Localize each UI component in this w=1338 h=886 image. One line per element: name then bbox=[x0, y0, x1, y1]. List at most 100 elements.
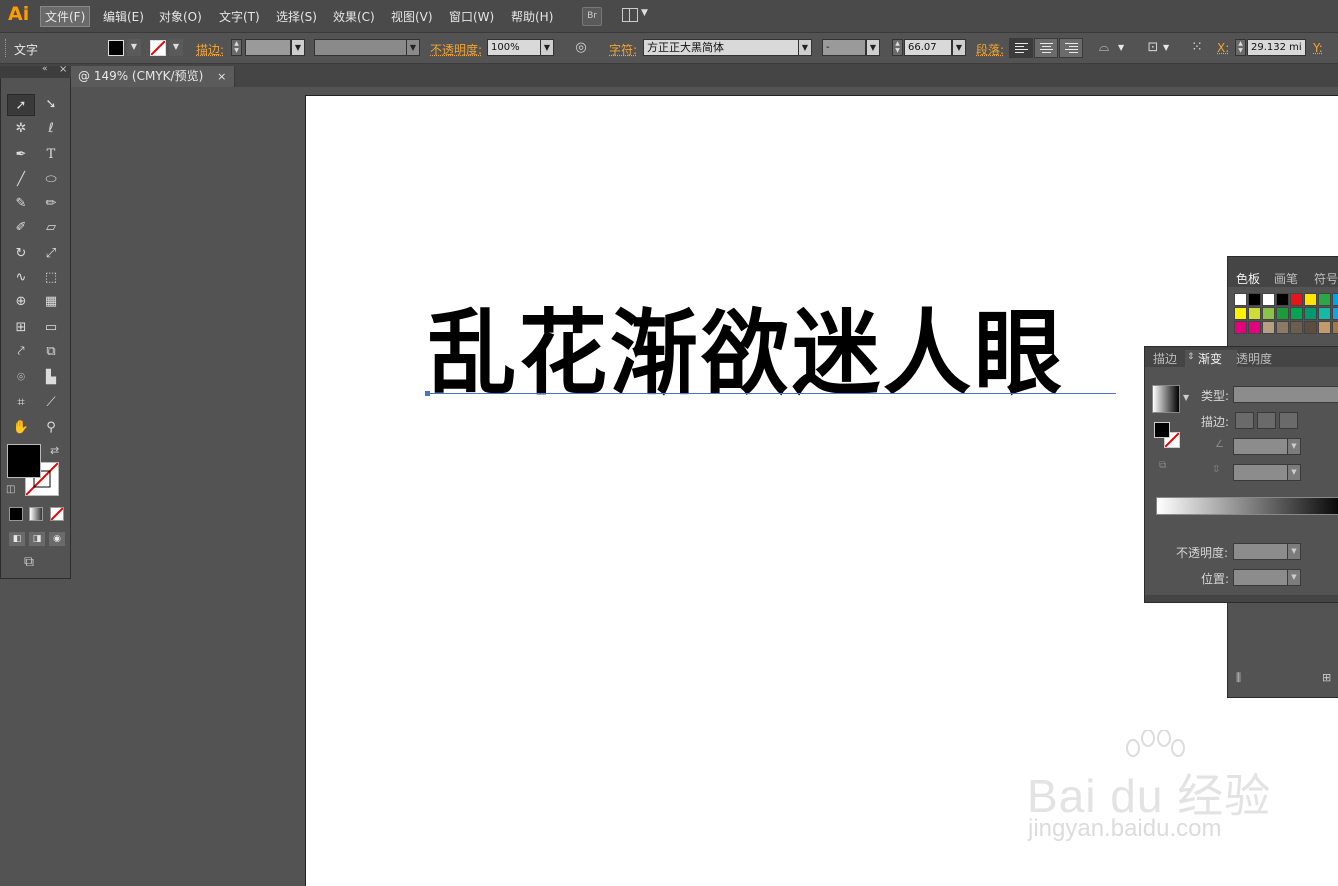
close-icon[interactable]: × bbox=[217, 70, 226, 83]
color-swatch[interactable] bbox=[1262, 293, 1275, 306]
line-tool-icon[interactable]: ╱ bbox=[7, 169, 35, 191]
shape-builder-tool-icon[interactable]: ⊕ bbox=[7, 291, 35, 313]
lasso-tool-icon[interactable]: ℓ bbox=[37, 118, 65, 140]
menu-help[interactable]: 帮助(H) bbox=[511, 8, 553, 25]
color-swatch[interactable] bbox=[1318, 321, 1331, 334]
menu-edit[interactable]: 编辑(E) bbox=[103, 8, 144, 25]
color-swatch[interactable] bbox=[1248, 293, 1261, 306]
color-swatch[interactable] bbox=[1248, 307, 1261, 320]
transform-icon[interactable]: ⊡ bbox=[1144, 38, 1162, 58]
stroke-gradient-along-button[interactable] bbox=[1257, 412, 1276, 429]
color-swatch[interactable] bbox=[1332, 307, 1338, 320]
variable-width-dropdown[interactable]: ▼ bbox=[406, 39, 420, 56]
menu-effect[interactable]: 效果(C) bbox=[333, 8, 375, 25]
chevron-down-icon[interactable]: ▼ bbox=[1118, 43, 1124, 52]
selection-tool-icon[interactable]: ➚ bbox=[7, 94, 35, 116]
close-icon[interactable]: × bbox=[59, 64, 67, 75]
fill-swatch[interactable] bbox=[108, 40, 124, 56]
eyedropper-tool-icon[interactable]: ⤤ bbox=[7, 341, 35, 363]
fill-dropdown-icon[interactable]: ▼ bbox=[127, 39, 141, 56]
stroke-label[interactable]: 描边: bbox=[196, 41, 224, 58]
color-mode-button[interactable] bbox=[9, 507, 23, 521]
reference-point-icon[interactable]: ⁙ bbox=[1187, 37, 1207, 57]
tab-stroke[interactable]: 描边 bbox=[1153, 350, 1177, 367]
swap-colors-icon[interactable]: ⇄ bbox=[50, 444, 59, 457]
draw-normal-icon[interactable]: ◧ bbox=[9, 532, 25, 546]
color-swatch[interactable] bbox=[1234, 293, 1247, 306]
x-stepper[interactable]: ▲ ▼ bbox=[1235, 39, 1246, 56]
stop-opacity-field[interactable] bbox=[1233, 543, 1288, 560]
warp-tool-icon[interactable]: ∿ bbox=[7, 267, 35, 289]
stop-opacity-dropdown[interactable]: ▼ bbox=[1287, 543, 1301, 560]
gradient-fill-icon[interactable] bbox=[1154, 422, 1170, 438]
chevron-down-icon[interactable]: ▼ bbox=[1163, 43, 1169, 52]
hand-tool-icon[interactable]: ✋ bbox=[7, 417, 35, 439]
color-swatch[interactable] bbox=[1248, 321, 1261, 334]
stop-location-dropdown[interactable]: ▼ bbox=[1287, 569, 1301, 586]
align-right-button[interactable] bbox=[1059, 38, 1083, 58]
gradient-tool-icon[interactable]: ▭ bbox=[37, 317, 65, 339]
recolor-icon[interactable]: ◎ bbox=[572, 38, 590, 58]
align-center-button[interactable] bbox=[1034, 38, 1058, 58]
ellipse-tool-icon[interactable]: ⬭ bbox=[37, 169, 65, 191]
warp-text-icon[interactable]: ⌓ bbox=[1095, 38, 1113, 58]
free-transform-tool-icon[interactable]: ⬚ bbox=[37, 267, 65, 289]
gradient-slider[interactable] bbox=[1156, 497, 1338, 515]
x-label[interactable]: X: bbox=[1217, 41, 1229, 55]
aspect-ratio-field[interactable] bbox=[1233, 464, 1288, 481]
color-swatch[interactable] bbox=[1290, 293, 1303, 306]
rotate-tool-icon[interactable]: ↻ bbox=[7, 243, 35, 265]
stroke-weight-stepper[interactable]: ▲ ▼ bbox=[231, 39, 242, 56]
mesh-tool-icon[interactable]: ⊞ bbox=[7, 317, 35, 339]
scale-tool-icon[interactable]: ⤢ bbox=[37, 243, 65, 265]
font-size-field[interactable]: 66.07 bbox=[904, 39, 952, 56]
font-family-field[interactable]: 方正正大黑简体 bbox=[643, 39, 799, 56]
color-swatch[interactable] bbox=[1234, 321, 1247, 334]
column-graph-tool-icon[interactable]: ▙ bbox=[37, 367, 65, 389]
swatch-kind-icon[interactable]: ⊞ bbox=[1322, 671, 1331, 684]
opacity-field[interactable]: 100% bbox=[487, 39, 541, 56]
fill-color-swatch[interactable] bbox=[7, 444, 41, 478]
color-swatch[interactable] bbox=[1332, 293, 1338, 306]
color-swatch[interactable] bbox=[1304, 307, 1317, 320]
font-size-dropdown[interactable]: ▼ bbox=[952, 39, 966, 56]
grip-handle[interactable] bbox=[5, 39, 9, 57]
variable-width-field[interactable] bbox=[314, 39, 408, 56]
pen-tool-icon[interactable]: ✒ bbox=[7, 144, 35, 166]
artboard-tool-icon[interactable]: ⌗ bbox=[7, 392, 35, 414]
tab-transparency[interactable]: 透明度 bbox=[1236, 350, 1272, 367]
document-tab[interactable]: @ 149% (CMYK/预览) × bbox=[70, 66, 236, 87]
paragraph-label[interactable]: 段落: bbox=[976, 41, 1004, 58]
angle-dropdown[interactable]: ▼ bbox=[1287, 438, 1301, 455]
menu-file[interactable]: 文件(F) bbox=[40, 6, 91, 27]
font-size-stepper[interactable]: ▲ ▼ bbox=[892, 39, 903, 56]
font-style-dropdown[interactable]: ▼ bbox=[866, 39, 880, 56]
tab-swatches[interactable]: 色板 bbox=[1236, 270, 1260, 287]
panel-resize-grip[interactable] bbox=[1145, 595, 1338, 602]
default-colors-icon[interactable]: ◫ bbox=[6, 484, 15, 495]
color-swatch[interactable] bbox=[1276, 321, 1289, 334]
angle-field[interactable] bbox=[1233, 438, 1288, 455]
stroke-swatch[interactable] bbox=[150, 40, 166, 56]
menu-select[interactable]: 选择(S) bbox=[276, 8, 317, 25]
tab-symbols[interactable]: 符号 bbox=[1314, 270, 1338, 287]
stroke-gradient-within-button[interactable] bbox=[1235, 412, 1254, 429]
color-swatch[interactable] bbox=[1262, 321, 1275, 334]
reverse-gradient-icon[interactable]: ⧉ bbox=[1159, 460, 1166, 471]
font-family-dropdown[interactable]: ▼ bbox=[798, 39, 812, 56]
symbol-sprayer-tool-icon[interactable]: ⌾ bbox=[7, 367, 35, 389]
aspect-ratio-dropdown[interactable]: ▼ bbox=[1287, 464, 1301, 481]
opacity-label[interactable]: 不透明度: bbox=[430, 41, 482, 58]
draw-behind-icon[interactable]: ◨ bbox=[29, 532, 45, 546]
color-swatch[interactable] bbox=[1262, 307, 1275, 320]
menu-type[interactable]: 文字(T) bbox=[219, 8, 260, 25]
gradient-type-select[interactable] bbox=[1233, 386, 1338, 403]
blend-tool-icon[interactable]: ⧉ bbox=[37, 341, 65, 363]
color-swatch[interactable] bbox=[1318, 307, 1331, 320]
stroke-weight-dropdown[interactable]: ▼ bbox=[291, 39, 305, 56]
color-swatch[interactable] bbox=[1276, 293, 1289, 306]
none-mode-button[interactable] bbox=[50, 507, 64, 521]
tab-brushes[interactable]: 画笔 bbox=[1274, 270, 1298, 287]
zoom-tool-icon[interactable]: ⚲ bbox=[37, 417, 65, 439]
swatch-library-icon[interactable]: ⫼ bbox=[1236, 671, 1241, 685]
